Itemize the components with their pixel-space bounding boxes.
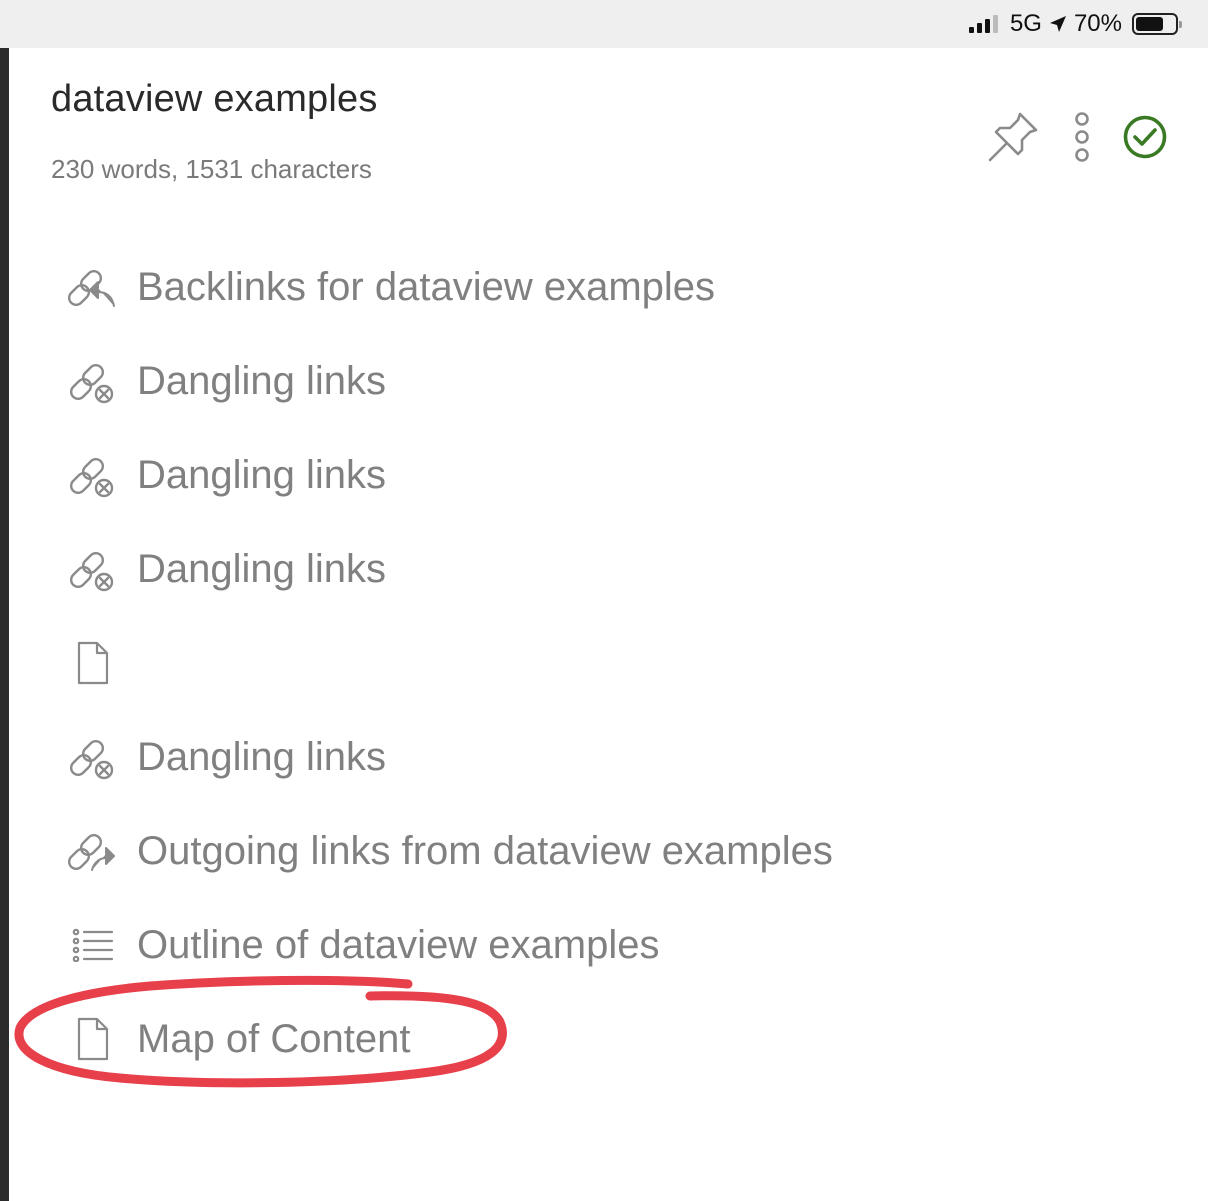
note-info-panel: dataview examples 230 words, 1531 charac… <box>9 48 1208 1201</box>
check-circle-icon <box>1123 115 1167 159</box>
location-arrow-icon <box>1049 16 1066 32</box>
battery-icon <box>1132 13 1182 35</box>
dangling-link-icon <box>69 551 114 592</box>
background-app-edge <box>0 48 9 1201</box>
backlink-icon <box>68 269 115 307</box>
list-item-dangling-links[interactable]: Dangling links <box>67 334 1167 428</box>
list-item-label: Map of Content <box>137 1016 411 1061</box>
signal-icon <box>968 15 998 33</box>
list-item-label: Dangling links <box>137 546 387 591</box>
list-item-label: Dangling links <box>137 452 387 497</box>
network-label: 5G <box>1009 10 1042 37</box>
list-item-outgoing-links[interactable]: Outgoing links from dataview examples <box>67 804 1167 898</box>
more-vertical-icon <box>1075 112 1089 162</box>
more-options-button[interactable] <box>1072 111 1092 168</box>
word-count: 230 words, 1531 characters <box>51 154 372 184</box>
file-icon <box>77 1017 109 1061</box>
status-indicators: 5G 70% <box>968 10 1182 38</box>
status-bar: 5G 70% <box>0 0 1208 48</box>
list-item-dangling-links[interactable]: Dangling links <box>67 710 1167 804</box>
pin-button[interactable] <box>984 108 1042 171</box>
list-item-label: Dangling links <box>137 358 387 403</box>
header-actions <box>984 108 1168 171</box>
dangling-link-icon <box>69 457 114 498</box>
pin-icon <box>988 112 1038 162</box>
list-item-untitled-file[interactable] <box>67 616 1167 710</box>
list-item-label: Outline of dataview examples <box>137 922 660 967</box>
list-item-label: Dangling links <box>137 734 387 779</box>
list-item-outline[interactable]: Outline of dataview examples <box>67 898 1167 992</box>
outgoing-link-icon <box>68 833 115 871</box>
sync-status-button[interactable] <box>1122 114 1168 165</box>
list-item-dangling-links[interactable]: Dangling links <box>67 522 1167 616</box>
view-list: Backlinks for dataview examples Dangling… <box>67 240 1167 1086</box>
list-item-label: Backlinks for dataview examples <box>137 264 716 309</box>
dangling-link-icon <box>69 363 114 404</box>
list-item-label: Outgoing links from dataview examples <box>137 828 833 873</box>
file-icon <box>77 641 109 685</box>
dangling-link-icon <box>69 739 114 780</box>
battery-percent: 70% <box>1073 10 1122 37</box>
list-item-backlinks[interactable]: Backlinks for dataview examples <box>67 240 1167 334</box>
outline-icon <box>72 928 114 962</box>
page-title: dataview examples <box>51 78 378 120</box>
list-item-map-of-content[interactable]: Map of Content <box>67 992 1167 1086</box>
list-item-dangling-links[interactable]: Dangling links <box>67 428 1167 522</box>
